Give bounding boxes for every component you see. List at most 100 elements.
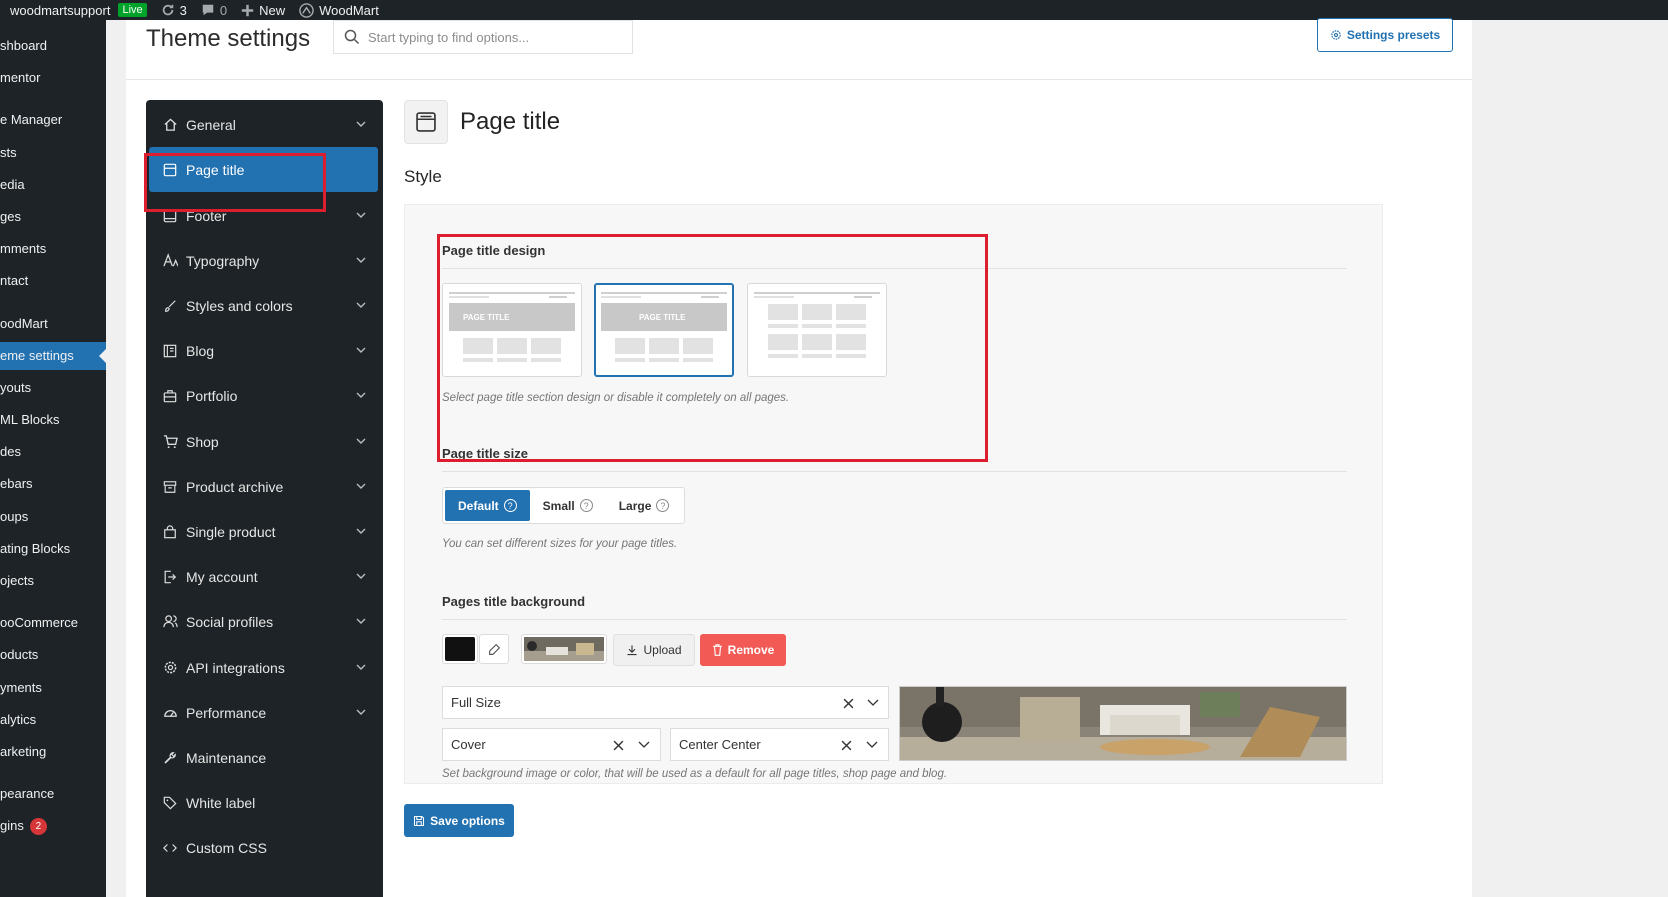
woodmart-label: WoodMart [319,2,379,18]
clear-icon[interactable] [843,698,854,709]
nav-item-shop[interactable]: Shop [149,419,378,464]
wp-menu-item[interactable]: ooCommerce [0,609,106,637]
design-preview-1: PAGE TITLE [449,292,575,362]
size-option-default[interactable]: Default? [445,490,530,521]
nav-item-footer[interactable]: Footer [149,193,378,238]
new-label: New [259,2,286,18]
design-card-text: PAGE TITLE [639,313,686,322]
design-hint: Select page title section design or disa… [442,392,790,404]
chevron-down-icon [356,302,366,308]
typography-icon [162,253,178,269]
room-thumbnail-image [524,637,604,661]
chevron-down-icon[interactable] [866,741,878,749]
wp-menu-item[interactable]: des [0,438,106,466]
wp-menu-item[interactable]: alytics [0,706,106,734]
help-icon[interactable]: ? [656,499,670,512]
nav-item-blog[interactable]: Blog [149,328,378,373]
remove-button[interactable]: Remove [700,634,786,666]
nav-item-portfolio[interactable]: Portfolio [149,373,378,418]
help-icon[interactable]: ? [503,499,517,512]
background-position-select[interactable]: Center Center [670,728,889,761]
wp-menu-item[interactable]: ntact [0,267,106,295]
updates-link[interactable]: 3 [161,3,187,18]
nav-item-general[interactable]: General [149,102,378,147]
image-size-select[interactable]: Full Size [442,686,889,719]
nav-item-single-product[interactable]: Single product [149,509,378,554]
wp-menu-item[interactable]: mments [0,235,106,263]
trash-icon [712,644,722,656]
wp-menu-item-theme-settings[interactable]: eme settings [0,342,106,370]
nav-item-page-title[interactable]: Page title [149,147,378,192]
clear-icon[interactable] [841,740,852,751]
options-search[interactable] [333,20,633,54]
chevron-down-icon [356,392,366,398]
chevron-down-icon [356,709,366,715]
nav-item-social-profiles[interactable]: Social profiles [149,599,378,644]
options-box: Page title design PAGE TITLE PAGE TITLE … [404,204,1383,784]
wp-menu-item[interactable]: youts [0,374,106,402]
nav-item-my-account[interactable]: My account [149,554,378,599]
wp-menu-item[interactable]: ating Blocks [0,535,106,563]
wp-menu-item[interactable]: mentor [0,64,106,92]
wp-menu-item[interactable]: oducts [0,641,106,669]
footer-icon [162,208,178,224]
design-option-2[interactable]: PAGE TITLE [594,283,734,377]
settings-presets-button[interactable]: Settings presets [1317,18,1453,52]
design-option-1[interactable]: PAGE TITLE [442,283,582,377]
chevron-down-icon [356,257,366,263]
nav-item-styles-and-colors[interactable]: Styles and colors [149,283,378,328]
wp-menu-item[interactable]: oups [0,503,106,531]
size-selector: Default? Small? Large? [442,487,686,524]
chevron-down-icon [356,664,366,670]
save-options-button[interactable]: Save options [404,804,514,837]
wp-menu-item[interactable]: sts [0,139,106,167]
wp-menu-item[interactable]: yments [0,674,106,702]
nav-item-custom-css[interactable]: Custom CSS [149,825,378,870]
wp-menu-item[interactable]: e Manager [0,106,106,134]
nav-item-product-archive[interactable]: Product archive [149,464,378,509]
wp-menu-item[interactable]: ML Blocks [0,406,106,434]
help-icon[interactable]: ? [579,499,593,512]
wp-menu-item-plugins[interactable]: gins 2 [0,812,106,840]
background-thumbnail[interactable] [521,634,607,664]
page-title-icon [416,112,436,132]
wp-menu-item[interactable]: pearance [0,780,106,808]
woodmart-link[interactable]: WoodMart [299,3,379,18]
room-preview-image [900,687,1346,760]
tag-icon [162,795,178,811]
chevron-down-icon [356,212,366,218]
design-option-disabled[interactable] [747,283,887,377]
nav-item-performance[interactable]: Performance [149,690,378,735]
site-name-link[interactable]: woodmartsupport Live [0,3,147,18]
theme-settings-nav: General Page title Footer Typography Sty… [146,100,383,897]
wp-menu-item[interactable]: ebars [0,470,106,498]
wp-menu-item[interactable]: edia [0,171,106,199]
comments-link[interactable]: 0 [201,3,227,18]
wp-menu-item[interactable]: shboard [0,32,106,60]
design-title: Page title design [442,243,546,258]
plus-icon [241,4,254,16]
wp-menu-item[interactable]: oodMart [0,310,106,338]
size-option-small[interactable]: Small? [530,490,606,521]
new-content-link[interactable]: New [241,3,285,18]
nav-item-typography[interactable]: Typography [149,238,378,283]
wp-menu-item[interactable]: ojects [0,567,106,595]
refresh-icon [162,4,173,16]
eyedropper-button[interactable] [479,634,509,664]
clear-icon[interactable] [613,740,624,751]
live-badge: Live [118,3,147,17]
gauge-icon [162,705,178,721]
upload-button[interactable]: Upload [613,634,695,666]
size-option-large[interactable]: Large? [606,490,683,521]
background-hint: Set background image or color, that will… [442,768,948,780]
wp-menu-item[interactable]: arketing [0,738,106,766]
nav-item-white-label[interactable]: White label [149,780,378,825]
chevron-down-icon[interactable] [638,741,650,749]
search-input[interactable] [368,29,618,45]
nav-item-api-integrations[interactable]: API integrations [149,645,378,690]
chevron-down-icon[interactable] [867,699,879,707]
wp-menu-item[interactable]: ges [0,203,106,231]
background-size-select[interactable]: Cover [442,728,661,761]
color-picker[interactable] [442,634,478,664]
nav-item-maintenance[interactable]: Maintenance [149,735,378,780]
